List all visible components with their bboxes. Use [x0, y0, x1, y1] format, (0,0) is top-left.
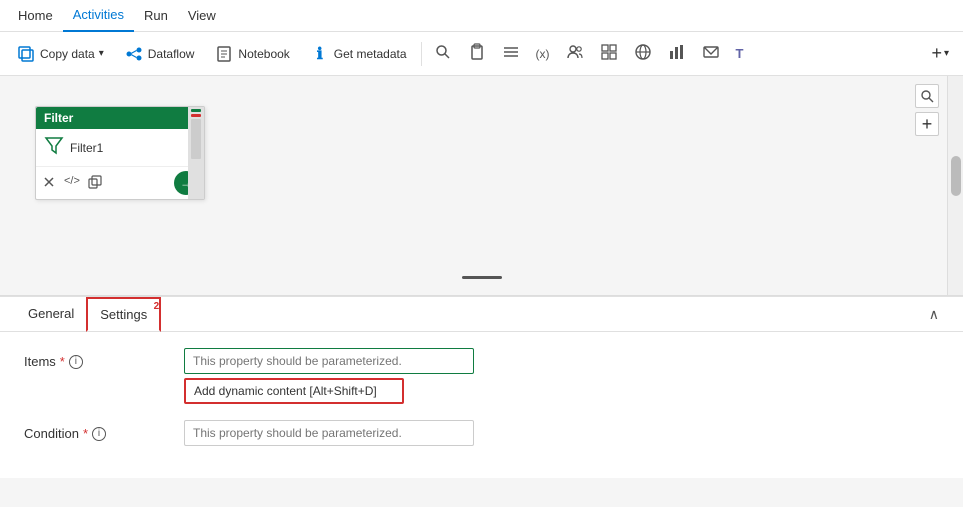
canvas-area: Filter Filter1 </> — [0, 76, 963, 296]
tab-settings-badge: 2 — [154, 301, 160, 312]
condition-input[interactable] — [184, 420, 474, 446]
form-row-items: Items * i Add dynamic content [Alt+Shift… — [24, 348, 939, 404]
bottom-panel: General Settings 2 ∧ Items * i Add dynam… — [0, 296, 963, 478]
toolbar-separator-1 — [421, 42, 422, 66]
get-metadata-icon: ℹ — [310, 44, 330, 64]
activity-card-body: Filter1 — [36, 129, 111, 166]
card-scroll-green-dot — [191, 109, 201, 112]
clipboard-toolbar-icon — [468, 43, 486, 64]
clipboard-toolbar-button[interactable] — [462, 39, 492, 68]
search-toolbar-button[interactable] — [428, 39, 458, 68]
expression-toolbar-button[interactable]: (x) — [530, 43, 556, 65]
card-scroll-panel — [188, 107, 204, 199]
items-label: Items * i — [24, 348, 184, 369]
get-metadata-label: Get metadata — [334, 47, 407, 61]
tabs-bar: General Settings 2 ∧ — [0, 297, 963, 332]
mail-toolbar-button[interactable] — [696, 39, 726, 68]
items-label-text: Items — [24, 354, 56, 369]
toolbar-add-section: + ▾ — [925, 39, 955, 68]
add-toolbar-dropdown-icon: ▾ — [944, 48, 949, 59]
filter-funnel-icon — [44, 135, 64, 160]
tab-general[interactable]: General — [16, 298, 86, 331]
zoom-in-button[interactable]: + — [915, 112, 939, 136]
globe-toolbar-button[interactable] — [628, 39, 658, 68]
tab-settings-label: Settings — [100, 307, 147, 322]
add-toolbar-icon: + — [931, 43, 942, 64]
dataflow-button[interactable]: Dataflow — [116, 40, 203, 68]
teams-toolbar-button[interactable]: T — [730, 42, 750, 65]
tab-general-label: General — [28, 306, 74, 321]
items-dynamic-content-button[interactable]: Add dynamic content [Alt+Shift+D] — [184, 378, 404, 404]
card-scroll-red-dot — [191, 114, 201, 117]
form-area: Items * i Add dynamic content [Alt+Shift… — [0, 332, 963, 478]
code-action-icon[interactable]: </> — [64, 175, 80, 192]
items-form-content: Add dynamic content [Alt+Shift+D] — [184, 348, 939, 404]
analytics-toolbar-button[interactable] — [662, 39, 692, 68]
condition-label-text: Condition — [24, 426, 79, 441]
list-toolbar-icon — [502, 43, 520, 64]
zoom-search-button[interactable] — [915, 84, 939, 108]
copy-data-label: Copy data — [40, 47, 95, 61]
list-toolbar-button[interactable] — [496, 39, 526, 68]
copy-data-icon — [16, 44, 36, 64]
menu-bar: Home Activities Run View — [0, 0, 963, 32]
condition-required-star: * — [83, 426, 88, 441]
action-icons-group: </> — [42, 175, 102, 192]
filter-activity-card[interactable]: Filter Filter1 </> — [35, 106, 205, 200]
globe-toolbar-icon — [634, 43, 652, 64]
grid-toolbar-button[interactable] — [594, 39, 624, 68]
activity-card-header: Filter — [36, 107, 204, 129]
notebook-label: Notebook — [238, 47, 289, 61]
add-toolbar-button[interactable]: + ▾ — [925, 39, 955, 68]
copy-data-button[interactable]: Copy data ▾ — [8, 40, 112, 68]
condition-label: Condition * i — [24, 420, 184, 441]
toolbar: Copy data ▾ Dataflow Notebook ℹ Get meta… — [0, 32, 963, 76]
card-scroll-gray-dot — [191, 119, 201, 159]
items-required-star: * — [60, 354, 65, 369]
menu-item-view[interactable]: View — [178, 0, 226, 32]
get-metadata-button[interactable]: ℹ Get metadata — [302, 40, 415, 68]
menu-item-run[interactable]: Run — [134, 0, 178, 32]
activity-card-actions: </> → — [36, 166, 204, 199]
canvas-vscroll[interactable] — [947, 76, 963, 295]
mail-toolbar-icon — [702, 43, 720, 64]
items-info-icon[interactable]: i — [69, 355, 83, 369]
canvas-controls: + — [915, 84, 939, 136]
search-toolbar-icon — [434, 43, 452, 64]
condition-form-content — [184, 420, 939, 446]
users-toolbar-button[interactable] — [560, 39, 590, 68]
dataflow-label: Dataflow — [148, 47, 195, 61]
teams-toolbar-icon: T — [736, 46, 744, 61]
delete-action-icon[interactable] — [42, 175, 56, 192]
dataflow-icon — [124, 44, 144, 64]
tabs-collapse-button[interactable]: ∧ — [921, 302, 947, 327]
menu-item-home[interactable]: Home — [8, 0, 63, 32]
grid-toolbar-icon — [600, 43, 618, 64]
users-toolbar-icon — [566, 43, 584, 64]
items-input[interactable] — [184, 348, 474, 374]
menu-item-activities[interactable]: Activities — [63, 0, 134, 32]
activity-name: Filter1 — [70, 141, 103, 155]
copy-data-dropdown-icon: ▾ — [99, 48, 104, 59]
condition-info-icon[interactable]: i — [92, 427, 106, 441]
canvas-divider-handle[interactable] — [462, 276, 502, 279]
notebook-button[interactable]: Notebook — [206, 40, 297, 68]
analytics-toolbar-icon — [668, 43, 686, 64]
notebook-icon — [214, 44, 234, 64]
tab-settings[interactable]: Settings 2 — [86, 297, 161, 332]
form-row-condition: Condition * i — [24, 420, 939, 446]
copy-action-icon[interactable] — [88, 175, 102, 192]
vscroll-thumb[interactable] — [951, 156, 961, 196]
